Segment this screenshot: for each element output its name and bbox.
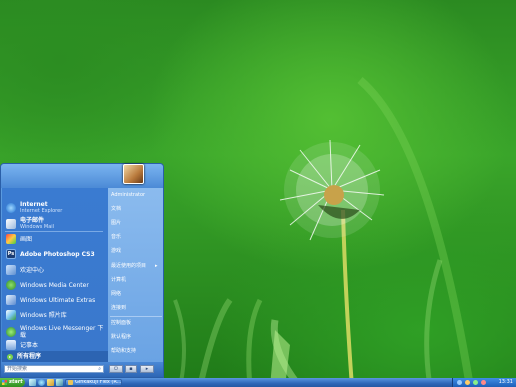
recent-item-label: Windows Live Messenger 下载 [20, 325, 104, 339]
start-button[interactable]: start [0, 378, 25, 387]
recent-item-label: Windows 照片库 [20, 311, 67, 319]
pinned-item-subtitle: Windows Mail [20, 224, 55, 230]
media-center-icon [6, 280, 16, 290]
music-link[interactable]: 音乐 [111, 234, 121, 241]
games-link[interactable]: 游戏 [111, 248, 121, 255]
windows-flag-icon [2, 380, 7, 385]
recent-item-photo-gallery[interactable]: Windows 照片库 [1, 310, 107, 320]
arrow-right-icon: ▸ [7, 353, 13, 360]
menu-divider [110, 316, 162, 317]
taskbar: start Ginkakuji Flex (R... 13:31 [0, 378, 516, 387]
pinned-item-title: 电子邮件 [20, 217, 45, 224]
show-desktop-icon[interactable] [29, 379, 36, 386]
notepad-icon [6, 340, 16, 350]
pinned-item-internet[interactable]: Internet Internet Explorer [1, 201, 107, 215]
power-icon: ⏻ [114, 366, 118, 372]
recent-item-photoshop[interactable]: Ps Adobe Photoshop CS3 [1, 249, 107, 259]
security-icon[interactable] [481, 380, 486, 385]
mail-icon [6, 219, 16, 229]
taskbar-window-label: Ginkakuji Flex (R... [75, 379, 122, 385]
search-placeholder: 开始搜索 [7, 366, 28, 372]
documents-link[interactable]: 文档 [111, 206, 121, 213]
chevron-right-icon: ▸ [155, 263, 158, 269]
start-search-input[interactable]: 开始搜索 ⌕ [4, 365, 104, 373]
recent-items-link[interactable]: 最近使用的项目 [111, 263, 146, 270]
recent-item-label: Adobe Photoshop CS3 [20, 250, 95, 258]
recent-item-label: Windows Media Center [20, 281, 89, 289]
all-programs-button[interactable]: ▸ 所有程序 [2, 351, 108, 362]
recent-item-media-center[interactable]: Windows Media Center [1, 280, 107, 290]
menu-divider [5, 231, 103, 232]
language-icon[interactable] [457, 380, 462, 385]
control-panel-link[interactable]: 控制面板 [111, 320, 131, 327]
recent-item-welcome-center[interactable]: 欢迎中心 [1, 265, 107, 275]
user-name-link[interactable]: Administrator [111, 192, 145, 199]
start-menu: Internet Internet Explorer 电子邮件 Windows … [0, 163, 164, 378]
recent-item-label: 欢迎中心 [20, 266, 45, 274]
recent-item-ultimate-extras[interactable]: Windows Ultimate Extras [1, 295, 107, 305]
start-menu-footer: 开始搜索 ⌕ ⏻ ▪ ▸ [1, 362, 163, 377]
photo-gallery-icon [6, 310, 16, 320]
internet-explorer-icon [6, 203, 16, 213]
lock-icon: ▪ [129, 366, 133, 372]
power-button[interactable]: ⏻ [109, 365, 123, 373]
ultimate-extras-icon [6, 295, 16, 305]
network-icon[interactable] [473, 380, 478, 385]
shutdown-options-button[interactable]: ▸ [140, 365, 154, 373]
computer-link[interactable]: 计算机 [111, 277, 126, 284]
chevron-right-icon: ▸ [145, 366, 149, 372]
system-tray: 13:31 [452, 378, 516, 387]
user-avatar[interactable] [123, 164, 144, 184]
taskbar-window-button[interactable]: Ginkakuji Flex (R... [65, 379, 122, 386]
folder-icon[interactable] [47, 379, 54, 386]
pinned-item-subtitle: Internet Explorer [20, 208, 63, 214]
network-link[interactable]: 网络 [111, 291, 121, 298]
pictures-link[interactable]: 图片 [111, 220, 121, 227]
search-icon: ⌕ [98, 366, 101, 372]
recent-item-paint[interactable]: 画图 [1, 234, 107, 244]
help-and-support-link[interactable]: 帮助和支持 [111, 348, 136, 355]
folder-icon [68, 380, 73, 385]
switch-windows-icon[interactable] [56, 379, 63, 386]
speaker-icon[interactable] [465, 380, 470, 385]
paint-icon [6, 234, 16, 244]
welcome-center-icon [6, 265, 16, 275]
internet-explorer-icon[interactable] [38, 379, 45, 386]
connect-to-link[interactable]: 连接到 [111, 305, 126, 312]
recent-item-notepad[interactable]: 记事本 [1, 340, 107, 350]
messenger-icon [6, 327, 16, 337]
lock-button[interactable]: ▪ [125, 365, 137, 373]
recent-item-label: 画图 [20, 235, 33, 243]
recent-item-label: Windows Ultimate Extras [20, 296, 96, 304]
recent-item-messenger[interactable]: Windows Live Messenger 下载 [1, 325, 107, 339]
default-programs-link[interactable]: 默认程序 [111, 334, 131, 341]
recent-item-label: 记事本 [20, 341, 39, 349]
clock[interactable]: 13:31 [499, 378, 513, 387]
start-button-label: start [9, 379, 23, 385]
all-programs-label: 所有程序 [17, 353, 42, 360]
pinned-item-title: Internet [20, 201, 48, 208]
pinned-item-email[interactable]: 电子邮件 Windows Mail [1, 217, 107, 231]
photoshop-icon: Ps [6, 249, 16, 259]
